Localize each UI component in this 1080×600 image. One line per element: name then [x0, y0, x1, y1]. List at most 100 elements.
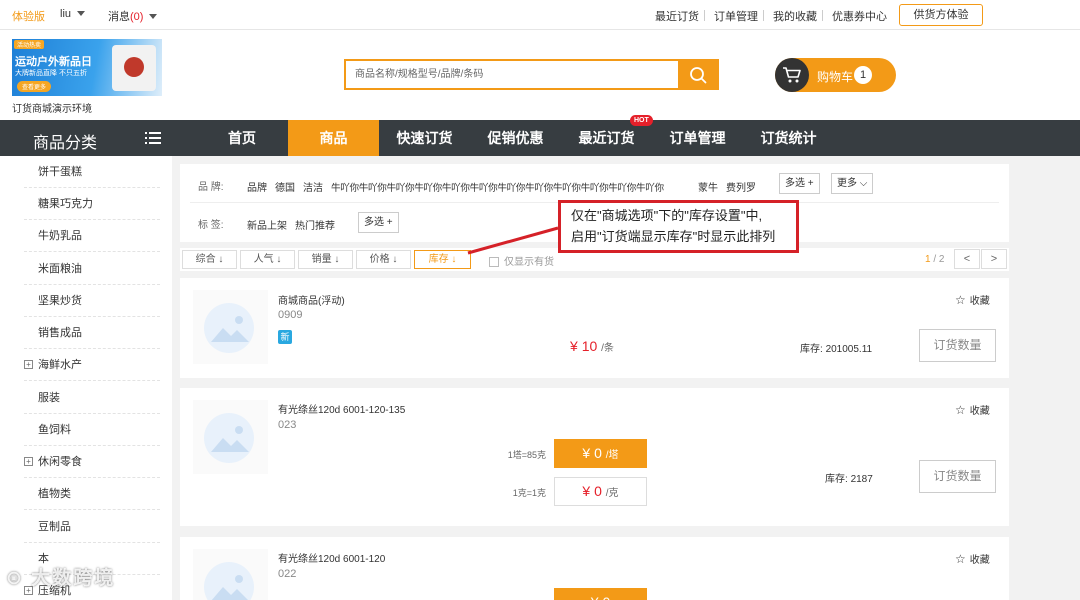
- order-quantity-button[interactable]: 订货数量: [919, 329, 996, 362]
- link-my-favorites[interactable]: 我的收藏: [773, 8, 817, 24]
- brand-option[interactable]: 牛吖你牛吖你牛吖你牛吖你牛吖你牛吖你牛吖你牛吖你牛吖你牛吖你牛吖你牛吖你: [331, 180, 664, 194]
- chevron-down-icon: [77, 11, 86, 16]
- stock-value: 2187: [850, 474, 873, 485]
- sort-sales[interactable]: 销量 ↓: [298, 250, 353, 269]
- hot-badge: HOT: [630, 115, 653, 126]
- order-quantity-button[interactable]: 订货数量: [919, 460, 996, 493]
- nav-order-management[interactable]: 订单管理: [652, 120, 743, 156]
- brand-option[interactable]: 费列罗: [726, 179, 756, 194]
- promo-banner[interactable]: 活动热卖 运动户外新品日 大牌新品直降 不只五折 查看更多: [12, 39, 162, 96]
- top-bar: 体验版 liu 消息(0) 最近订货 订单管理 我的收藏 优惠券中心 供货方体验: [0, 0, 1080, 30]
- search-button[interactable]: [678, 61, 717, 88]
- product-name[interactable]: 有光绦丝120d 6001-120-135: [278, 401, 405, 416]
- currency-symbol: ¥: [570, 338, 578, 354]
- brand-option[interactable]: 德国: [275, 179, 295, 194]
- sidebar-item-fish-feed[interactable]: 鱼饲料: [24, 414, 160, 446]
- divider: [704, 10, 705, 21]
- unit-price: ¥ 0: [591, 594, 610, 600]
- tag-multi-select-button[interactable]: 多选 +: [358, 212, 399, 233]
- star-icon: ☆: [955, 293, 966, 307]
- nav-promotions[interactable]: 促销优惠: [470, 120, 561, 156]
- menu-icon: [145, 132, 161, 144]
- product-card: 商城商品(浮动) 0909 新 ☆ 收藏 ¥ 10 /条 库存: 201005.1…: [180, 278, 1009, 378]
- favorite-button[interactable]: ☆ 收藏: [955, 551, 990, 566]
- arrow-down-icon: ↓: [334, 254, 340, 265]
- supplier-experience-button[interactable]: 供货方体验: [899, 4, 983, 26]
- brand-option[interactable]: 洁洁: [303, 179, 323, 194]
- sort-default[interactable]: 综合 ↓: [182, 250, 237, 269]
- sort-price[interactable]: 价格 ↓: [356, 250, 411, 269]
- sidebar-item-plants[interactable]: 植物类: [24, 478, 160, 510]
- next-page-button[interactable]: >: [981, 249, 1007, 269]
- product-image-placeholder[interactable]: [193, 290, 268, 364]
- link-recent-orders[interactable]: 最近订货: [655, 8, 699, 24]
- prev-page-button[interactable]: <: [954, 249, 980, 269]
- page-current: 1: [925, 254, 931, 265]
- messages-count: (0): [130, 11, 144, 23]
- sort-label: 综合: [195, 254, 216, 265]
- banner-title: 运动户外新品日: [15, 56, 92, 68]
- expand-icon[interactable]: +: [24, 457, 33, 466]
- nav-quick-order[interactable]: 快速订货: [379, 120, 470, 156]
- category-label: 米面粮油: [38, 263, 82, 275]
- user-menu[interactable]: liu: [60, 8, 86, 20]
- sort-popularity[interactable]: 人气 ↓: [240, 250, 295, 269]
- brand-more-button[interactable]: 更多 ⌵: [831, 173, 874, 194]
- stock-label: 库存:: [800, 344, 823, 355]
- brand-multi-select-button[interactable]: 多选 +: [779, 173, 820, 194]
- new-badge: 新: [278, 330, 292, 344]
- unit-price-option-selected[interactable]: ¥ 0 /塔: [554, 439, 647, 468]
- tag-option[interactable]: 新品上架: [247, 217, 287, 232]
- sort-label: 人气: [253, 254, 274, 265]
- brand-option[interactable]: 品牌: [247, 179, 267, 194]
- sidebar-item-snacks[interactable]: + 休闲零食: [24, 446, 160, 478]
- sidebar-item-finished-goods[interactable]: 销售成品: [24, 317, 160, 349]
- sort-label: 销量: [311, 254, 332, 265]
- search-input[interactable]: [346, 61, 678, 88]
- tag-option[interactable]: 热门推荐: [295, 217, 335, 232]
- sidebar-item-candy-chocolate[interactable]: 糖果巧克力: [24, 188, 160, 220]
- nav-products[interactable]: 商品: [288, 120, 379, 156]
- favorite-button[interactable]: ☆ 收藏: [955, 402, 990, 417]
- unit-name: /克: [605, 488, 619, 499]
- banner-cta: 查看更多: [17, 81, 52, 92]
- sidebar-item-biscuits-cakes[interactable]: 饼干蛋糕: [24, 156, 160, 188]
- brand-option[interactable]: 蒙牛: [698, 179, 718, 194]
- link-order-management[interactable]: 订单管理: [714, 8, 758, 24]
- category-header[interactable]: 商品分类: [0, 120, 172, 156]
- link-coupon-center[interactable]: 优惠券中心: [832, 8, 887, 24]
- favorite-button[interactable]: ☆ 收藏: [955, 292, 990, 307]
- category-label: 休闲零食: [38, 456, 82, 468]
- product-name[interactable]: 有光绦丝120d 6001-120: [278, 550, 385, 565]
- sidebar-item-milk-dairy[interactable]: 牛奶乳品: [24, 220, 160, 252]
- watermark: ⊙ 大数跨境: [6, 563, 115, 590]
- sidebar-item-clothing[interactable]: 服装: [24, 382, 160, 414]
- unit-name: /塔: [605, 450, 619, 461]
- unit-price-option[interactable]: ¥ 0 /克: [554, 477, 647, 506]
- category-label: 坚果炒货: [38, 295, 82, 307]
- expand-icon[interactable]: +: [24, 360, 33, 369]
- multi-label: 多选: [364, 217, 384, 228]
- category-title: 商品分类: [33, 135, 98, 152]
- sidebar-item-rice-flour-oil[interactable]: 米面粮油: [24, 253, 160, 285]
- cart-icon: [775, 58, 809, 92]
- sidebar-item-soy-products[interactable]: 豆制品: [24, 511, 160, 543]
- sidebar-item-nuts[interactable]: 坚果炒货: [24, 285, 160, 317]
- nav-order-statistics[interactable]: 订货统计: [743, 120, 834, 156]
- nav-home[interactable]: 首页: [197, 120, 287, 156]
- cart-button[interactable]: 购物车 1: [775, 58, 896, 92]
- checkbox-icon: [489, 257, 499, 267]
- product-image-placeholder[interactable]: [193, 400, 268, 474]
- product-name[interactable]: 商城商品(浮动): [278, 292, 345, 307]
- product-card: 有光绦丝120d 6001-120 022 ☆收藏 ¥ 0: [180, 537, 1009, 600]
- category-label: 饼干蛋糕: [38, 166, 82, 178]
- stock-info: 库存: 2187: [825, 470, 873, 485]
- annotation-callout: 仅在"商城选项"下的"库存设置"中, 启用"订货端显示库存"时显示此排列: [558, 200, 799, 253]
- messages-menu[interactable]: 消息(0): [108, 8, 158, 24]
- sidebar-item-seafood[interactable]: + 海鲜水产: [24, 349, 160, 381]
- unit-price-option-selected[interactable]: ¥ 0: [554, 588, 647, 600]
- tag-filter-label: 标 签:: [198, 220, 224, 231]
- product-image-placeholder[interactable]: [193, 549, 268, 600]
- more-label: 更多: [837, 178, 857, 189]
- user-name: liu: [60, 8, 72, 20]
